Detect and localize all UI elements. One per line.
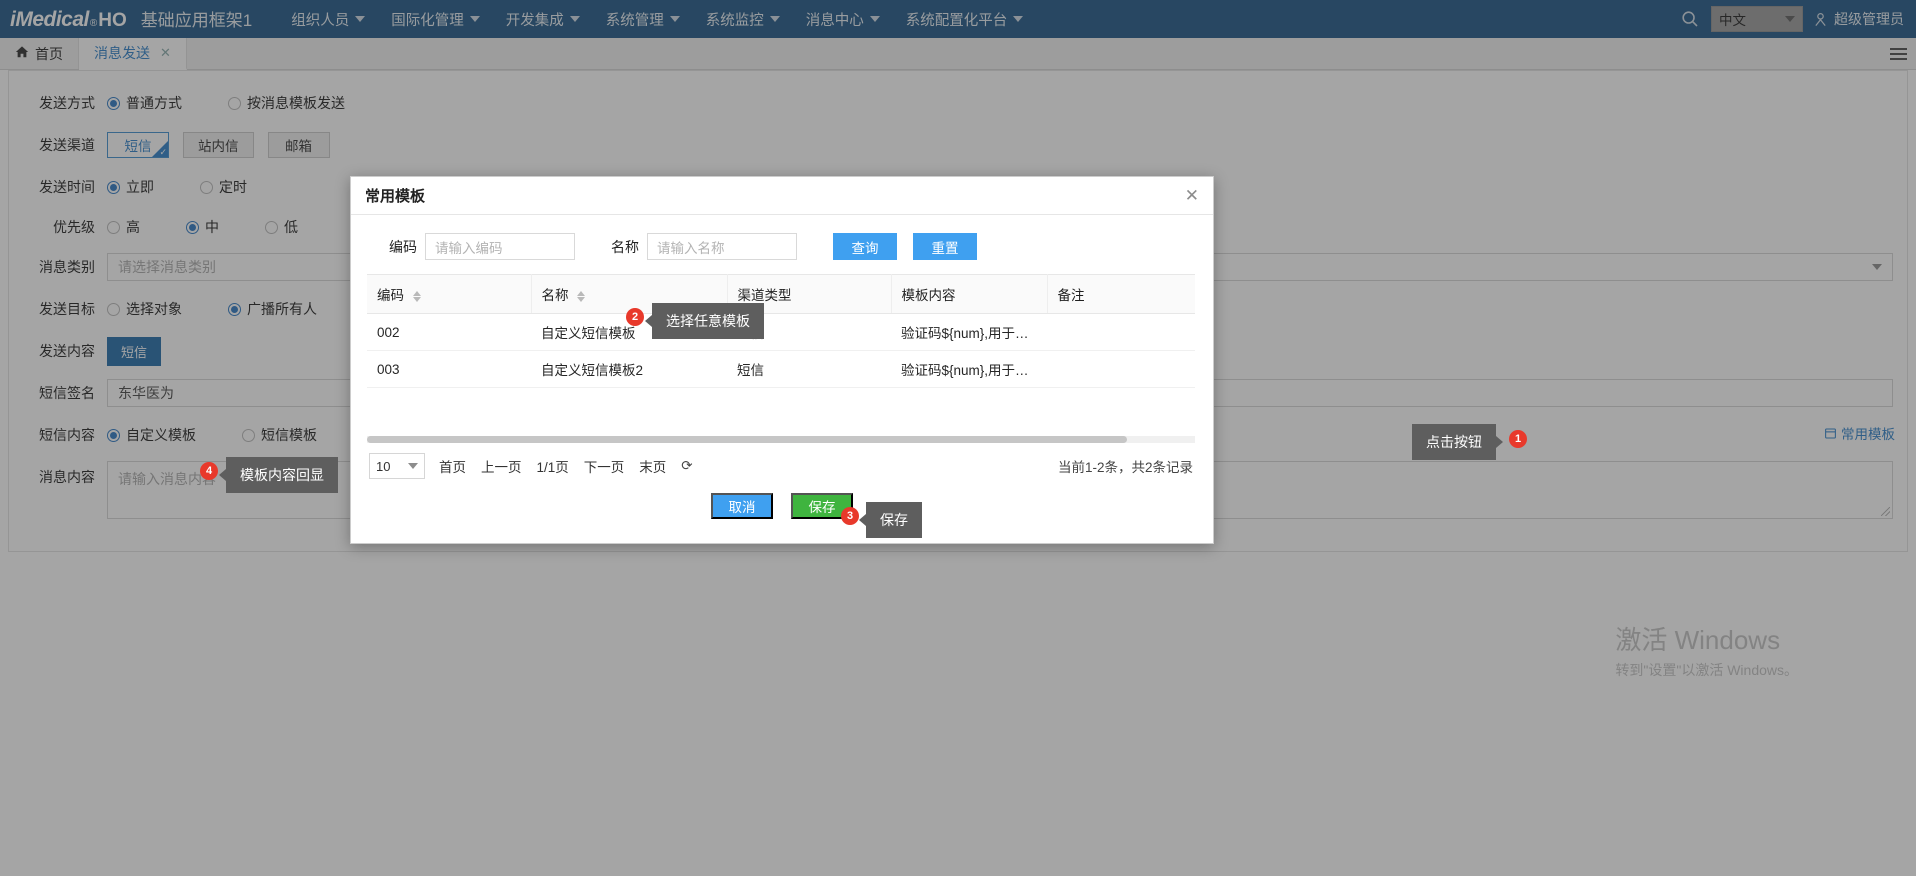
cancel-button[interactable]: 取消: [711, 493, 773, 519]
close-icon[interactable]: ✕: [1185, 187, 1199, 204]
reset-button[interactable]: 重置: [913, 233, 977, 260]
table-horizontal-scrollbar[interactable]: [367, 436, 1195, 443]
chevron-down-icon: [408, 463, 418, 469]
template-table-wrapper: 编码 名称 渠道类型 模板内容: [367, 274, 1197, 436]
cell-content: 验证码${num},用于手...: [891, 351, 1047, 388]
column-header-remark: 备注: [1047, 275, 1195, 314]
dialog-footer: 取消 保存: [367, 493, 1197, 519]
page-first-button[interactable]: 首页: [439, 456, 466, 476]
cell-content: 验证码${num},用于手...: [891, 314, 1047, 351]
sort-icon[interactable]: [577, 291, 585, 302]
app-root: iMedical ® HO 基础应用框架1 组织人员 国际化管理 开发集成 系统…: [0, 0, 1916, 876]
page-size-select[interactable]: 10: [369, 453, 425, 479]
annotation-badge-3: 3: [841, 507, 859, 525]
cell-channel: 短信: [727, 351, 891, 388]
scrollbar-thumb[interactable]: [367, 436, 1127, 443]
name-filter-placeholder: 请输入名称: [657, 237, 725, 257]
column-label: 备注: [1058, 288, 1085, 303]
annotation-tooltip-2: 选择任意模板: [652, 303, 764, 339]
column-label: 模板内容: [902, 288, 956, 303]
cell-code: 003: [367, 351, 531, 388]
name-filter-label: 名称: [611, 237, 639, 257]
page-next-button[interactable]: 下一页: [584, 456, 625, 476]
code-filter-label: 编码: [389, 237, 417, 257]
query-button[interactable]: 查询: [833, 233, 897, 260]
page-indicator: 1/1页: [537, 456, 569, 476]
pagination-bar: 10 首页 上一页 1/1页 下一页 末页 ⟳ 当前1-2条，共2条记录: [367, 443, 1195, 479]
dialog-header: 常用模板 ✕: [351, 177, 1213, 215]
table-row[interactable]: 003 自定义短信模板2 短信 验证码${num},用于手...: [367, 351, 1195, 388]
table-header-row: 编码 名称 渠道类型 模板内容: [367, 275, 1195, 314]
cell-name: 自定义短信模板2: [531, 351, 727, 388]
pagination-summary: 当前1-2条，共2条记录: [1058, 456, 1193, 476]
table-row[interactable]: 002 自定义短信模板 短信 验证码${num},用于手...: [367, 314, 1195, 351]
sort-icon[interactable]: [413, 291, 421, 302]
annotation-tooltip-4: 模板内容回显: [226, 457, 338, 493]
template-table: 编码 名称 渠道类型 模板内容: [367, 274, 1195, 388]
annotation-tooltip-1: 点击按钮: [1412, 424, 1496, 460]
name-filter-input[interactable]: 请输入名称: [647, 233, 797, 260]
cell-remark: [1047, 351, 1195, 388]
column-label: 名称: [542, 288, 569, 303]
dialog-title: 常用模板: [365, 185, 425, 206]
dialog-search-bar: 编码 请输入编码 名称 请输入名称 查询 重置: [367, 227, 1197, 274]
cell-code: 002: [367, 314, 531, 351]
column-header-template-content: 模板内容: [891, 275, 1047, 314]
code-filter-input[interactable]: 请输入编码: [425, 233, 575, 260]
column-header-code[interactable]: 编码: [367, 275, 531, 314]
refresh-icon[interactable]: ⟳: [681, 458, 692, 474]
code-filter-placeholder: 请输入编码: [435, 237, 503, 257]
common-template-dialog: 常用模板 ✕ 编码 请输入编码 名称 请输入名称 查询 重置: [350, 176, 1214, 544]
page-last-button[interactable]: 末页: [639, 456, 666, 476]
page-prev-button[interactable]: 上一页: [481, 456, 522, 476]
cell-remark: [1047, 314, 1195, 351]
dialog-body: 编码 请输入编码 名称 请输入名称 查询 重置: [351, 215, 1213, 519]
annotation-badge-4: 4: [200, 462, 218, 480]
column-label: 编码: [377, 288, 404, 303]
annotation-badge-1: 1: [1509, 430, 1527, 448]
annotation-tooltip-3: 保存: [866, 502, 922, 538]
annotation-badge-2: 2: [626, 308, 644, 326]
column-label: 渠道类型: [738, 288, 792, 303]
page-size-value: 10: [376, 459, 390, 474]
